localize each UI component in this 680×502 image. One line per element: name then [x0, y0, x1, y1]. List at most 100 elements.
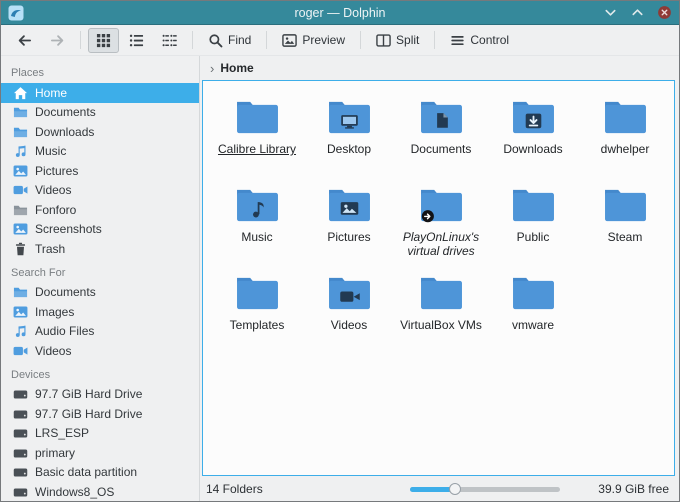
- window-controls: [602, 5, 672, 21]
- sidebar-item-search-videos[interactable]: Videos: [1, 341, 199, 361]
- sidebar-item-lrs-esp[interactable]: LRS_ESP: [1, 424, 199, 444]
- folder-icon: [234, 274, 281, 313]
- folder-documents-icon: [418, 98, 465, 137]
- hard-drive-icon: [13, 426, 28, 440]
- details-view-button[interactable]: [121, 28, 152, 53]
- dolphin-window: roger — Dolphin Find Preview Split Contr…: [0, 0, 680, 502]
- toolbar-separator: [80, 31, 81, 49]
- sidebar-item-search-images[interactable]: Images: [1, 302, 199, 322]
- folder-item[interactable]: VirtualBox VMs: [395, 269, 487, 357]
- folder-downloads-icon: [510, 98, 557, 137]
- sidebar-item-home[interactable]: Home: [1, 83, 199, 103]
- folder-item[interactable]: Pictures: [303, 181, 395, 269]
- sidebar-item-label: Downloads: [35, 124, 95, 139]
- find-label: Find: [228, 33, 252, 47]
- folder-label: Calibre Library: [217, 142, 297, 156]
- sidebar-item-trash[interactable]: Trash: [1, 239, 199, 259]
- chevron-up-icon: [630, 5, 645, 20]
- folder-icon: [602, 186, 649, 225]
- hard-drive-icon: [13, 485, 28, 499]
- folder-item[interactable]: vmware: [487, 269, 579, 357]
- toolbar-separator: [266, 31, 268, 49]
- folder-label: Pictures: [327, 230, 371, 244]
- folder-icon: [13, 285, 28, 299]
- sidebar-item-search-audio-files[interactable]: Audio Files: [1, 322, 199, 342]
- maximize-button[interactable]: [629, 5, 645, 21]
- video-icon: [13, 183, 28, 197]
- breadcrumb[interactable]: › Home: [200, 56, 679, 80]
- compact-view-button[interactable]: [154, 28, 185, 53]
- search-section-title: Search For: [11, 266, 66, 279]
- sidebar-item-fonforo[interactable]: Fonforo: [1, 200, 199, 220]
- close-button[interactable]: [656, 5, 672, 21]
- folder-desktop-icon: [326, 98, 373, 137]
- sidebar-item-label: Music: [35, 144, 67, 159]
- folder-item[interactable]: dwhelper: [579, 93, 671, 181]
- sidebar-item-search-documents[interactable]: Documents: [1, 283, 199, 303]
- folder-grid: Calibre Library Desktop Documents Downlo…: [203, 81, 674, 357]
- sidebar-item-label: Videos: [35, 183, 72, 198]
- sidebar-item-windows8-os[interactable]: Windows8_OS: [1, 482, 199, 501]
- folder-label: Desktop: [326, 142, 372, 156]
- folder-icon: [13, 125, 28, 139]
- folder-item[interactable]: Templates: [211, 269, 303, 357]
- sidebar-item-label: Documents: [35, 285, 96, 300]
- find-button[interactable]: Find: [200, 28, 259, 53]
- sidebar-item-documents[interactable]: Documents: [1, 103, 199, 123]
- sidebar-item-hard-drive-1[interactable]: 97.7 GiB Hard Drive: [1, 385, 199, 405]
- folder-item[interactable]: Steam: [579, 181, 671, 269]
- control-label: Control: [470, 33, 510, 47]
- folder-item[interactable]: Videos: [303, 269, 395, 357]
- back-arrow-icon: [17, 33, 32, 48]
- preview-button[interactable]: Preview: [274, 28, 353, 53]
- forward-arrow-icon: [50, 33, 65, 48]
- toolbar-separator: [434, 31, 436, 49]
- folder-item[interactable]: Music: [211, 181, 303, 269]
- sidebar-item-basic-data-partition[interactable]: Basic data partition: [1, 463, 199, 483]
- folder-label: Music: [241, 230, 273, 244]
- minimize-button[interactable]: [602, 5, 618, 21]
- folder-icon: [13, 105, 28, 119]
- folder-icon: [13, 203, 28, 217]
- folder-label: dwhelper: [600, 142, 650, 156]
- sidebar-item-label: Trash: [35, 241, 66, 256]
- icons-view-button[interactable]: [88, 27, 119, 53]
- split-label: Split: [396, 33, 420, 47]
- hard-drive-icon: [13, 407, 28, 421]
- details-view-icon: [129, 33, 144, 48]
- compact-view-icon: [162, 33, 177, 48]
- folder-item[interactable]: Documents: [395, 93, 487, 181]
- folder-item[interactable]: Desktop: [303, 93, 395, 181]
- sidebar-item-music[interactable]: Music: [1, 142, 199, 162]
- sidebar-item-pictures[interactable]: Pictures: [1, 161, 199, 181]
- zoom-slider-track[interactable]: [410, 486, 561, 492]
- zoom-slider-handle[interactable]: [449, 482, 462, 495]
- forward-button[interactable]: [42, 28, 73, 53]
- sidebar-item-screenshots[interactable]: Screenshots: [1, 220, 199, 240]
- search-icon: [208, 33, 223, 48]
- breadcrumb-location[interactable]: Home: [220, 61, 253, 75]
- split-button[interactable]: Split: [368, 28, 427, 53]
- hard-drive-icon: [13, 465, 28, 479]
- back-button[interactable]: [9, 28, 40, 53]
- zoom-slider[interactable]: [410, 481, 561, 497]
- folder-symlink-icon: [418, 186, 465, 225]
- main-area: › Home Calibre Library Desktop Documents…: [200, 56, 679, 501]
- folder-item[interactable]: Downloads: [487, 93, 579, 181]
- sidebar-item-downloads[interactable]: Downloads: [1, 122, 199, 142]
- sidebar-item-videos[interactable]: Videos: [1, 181, 199, 201]
- music-note-icon: [13, 144, 28, 158]
- folder-item[interactable]: Public: [487, 181, 579, 269]
- video-icon: [13, 344, 28, 358]
- folder-view[interactable]: Calibre Library Desktop Documents Downlo…: [202, 80, 675, 476]
- folder-icon: [510, 274, 557, 313]
- titlebar[interactable]: roger — Dolphin: [1, 1, 679, 25]
- folder-item[interactable]: PlayOnLinux's virtual drives: [395, 181, 487, 269]
- sidebar-item-hard-drive-2[interactable]: 97.7 GiB Hard Drive: [1, 404, 199, 424]
- sidebar-item-primary[interactable]: primary: [1, 443, 199, 463]
- image-icon: [13, 222, 28, 236]
- folder-item[interactable]: Calibre Library: [211, 93, 303, 181]
- sidebar-item-label: Basic data partition: [35, 465, 138, 480]
- control-button[interactable]: Control: [442, 28, 517, 53]
- image-icon: [13, 305, 28, 319]
